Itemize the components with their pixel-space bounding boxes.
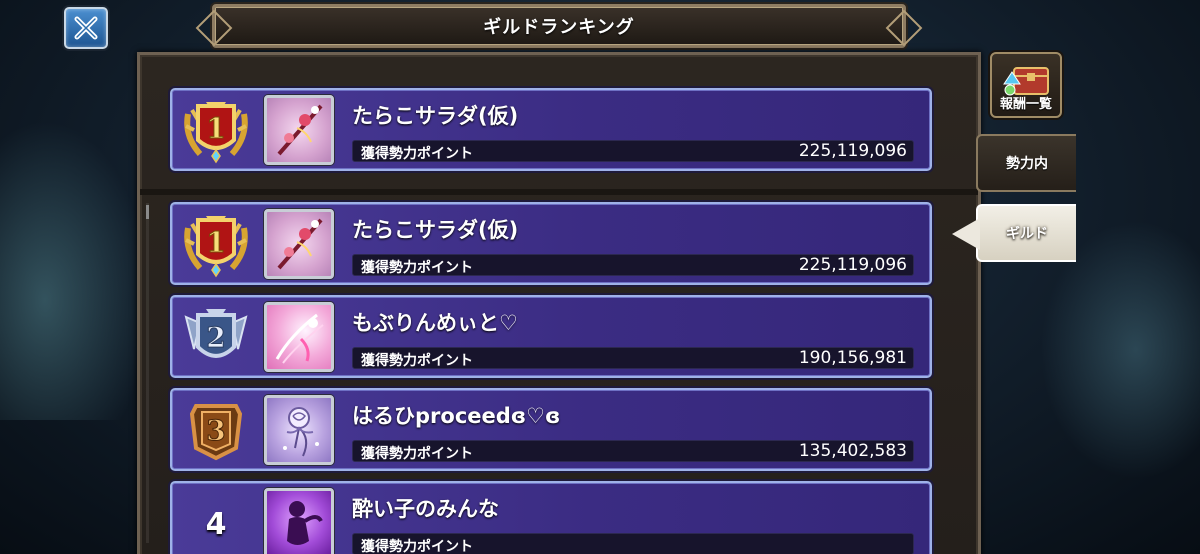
- active-tab-arrow-icon: [952, 218, 980, 250]
- guild-name: たらこサラダ(仮): [352, 218, 519, 242]
- panel-divider: [140, 189, 978, 195]
- my-guild-row[interactable]: 1 たらこサラダ(仮) 獲得勢力ポイント 225,119,096: [170, 88, 932, 171]
- guild-name: もぶりんめぃと♡: [352, 311, 518, 335]
- points-value: 190,156,981: [798, 348, 907, 368]
- guild-emblem-icon: [264, 488, 334, 554]
- svg-text:2: 2: [206, 321, 225, 354]
- points-label: 獲得勢力ポイント: [361, 539, 473, 554]
- tab-faction-label: 勢力内: [1006, 156, 1048, 172]
- rank-number-text: 4: [205, 506, 227, 542]
- points-value: 225,119,096: [798, 255, 907, 275]
- tab-guild[interactable]: ギルド: [952, 204, 1076, 262]
- rank-1-badge-icon: 1: [178, 210, 254, 280]
- rank-2-badge-icon: 2: [178, 303, 254, 373]
- points-label: 獲得勢力ポイント: [361, 353, 473, 369]
- ranking-row-1[interactable]: 1 たらこサラダ(仮) 獲得勢力ポイント 225,119,096: [170, 202, 932, 285]
- reward-list-label: 報酬一覧: [999, 97, 1052, 112]
- rank-1-badge-icon: 1: [178, 96, 254, 166]
- rank-number: 4: [178, 489, 254, 554]
- svg-text:1: 1: [206, 226, 225, 259]
- ranking-row-3[interactable]: 3 はるひproceedɞ♡ɞ 獲得勢力ポイント 135,402,583: [170, 388, 932, 471]
- guild-emblem-icon: [264, 302, 334, 372]
- background-glow-left: [0, 120, 150, 420]
- page-title: ギルドランキング: [483, 17, 635, 38]
- ranking-row-4[interactable]: 4 酔い子のみんな 獲得勢力ポイント: [170, 481, 932, 554]
- guild-name: 酔い子のみんな: [352, 497, 499, 521]
- scrollbar-track[interactable]: [146, 203, 149, 543]
- svg-text:3: 3: [206, 414, 225, 447]
- guild-emblem-icon: [264, 95, 334, 165]
- guild-emblem-icon: [264, 395, 334, 465]
- points-bar: 獲得勢力ポイント 190,156,981: [352, 347, 914, 369]
- tab-faction[interactable]: 勢力内: [976, 134, 1076, 192]
- scrollbar-thumb[interactable]: [146, 205, 149, 219]
- close-icon: [74, 16, 98, 40]
- title-bar: ギルドランキング: [212, 4, 906, 48]
- points-bar: 獲得勢力ポイント: [352, 533, 914, 554]
- guild-name: たらこサラダ(仮): [352, 104, 519, 128]
- tab-guild-label: ギルド: [1006, 226, 1048, 242]
- guild-emblem-icon: [264, 209, 334, 279]
- points-bar: 獲得勢力ポイント 135,402,583: [352, 440, 914, 462]
- rank-3-badge-icon: 3: [178, 396, 254, 466]
- svg-text:1: 1: [206, 112, 225, 145]
- treasure-chest-icon: [1003, 67, 1049, 96]
- points-value: 225,119,096: [798, 141, 907, 161]
- ranking-row-2[interactable]: 2 もぶりんめぃと♡ 獲得勢力ポイント 190,156,981: [170, 295, 932, 378]
- close-button[interactable]: [64, 7, 108, 49]
- reward-list-button[interactable]: 報酬一覧: [990, 52, 1062, 118]
- points-label: 獲得勢力ポイント: [361, 260, 473, 276]
- points-bar: 獲得勢力ポイント 225,119,096: [352, 254, 914, 276]
- points-label: 獲得勢力ポイント: [361, 146, 473, 162]
- points-value: 135,402,583: [798, 441, 907, 461]
- points-label: 獲得勢力ポイント: [361, 446, 473, 462]
- points-bar: 獲得勢力ポイント 225,119,096: [352, 140, 914, 162]
- guild-name: はるひproceedɞ♡ɞ: [352, 404, 561, 428]
